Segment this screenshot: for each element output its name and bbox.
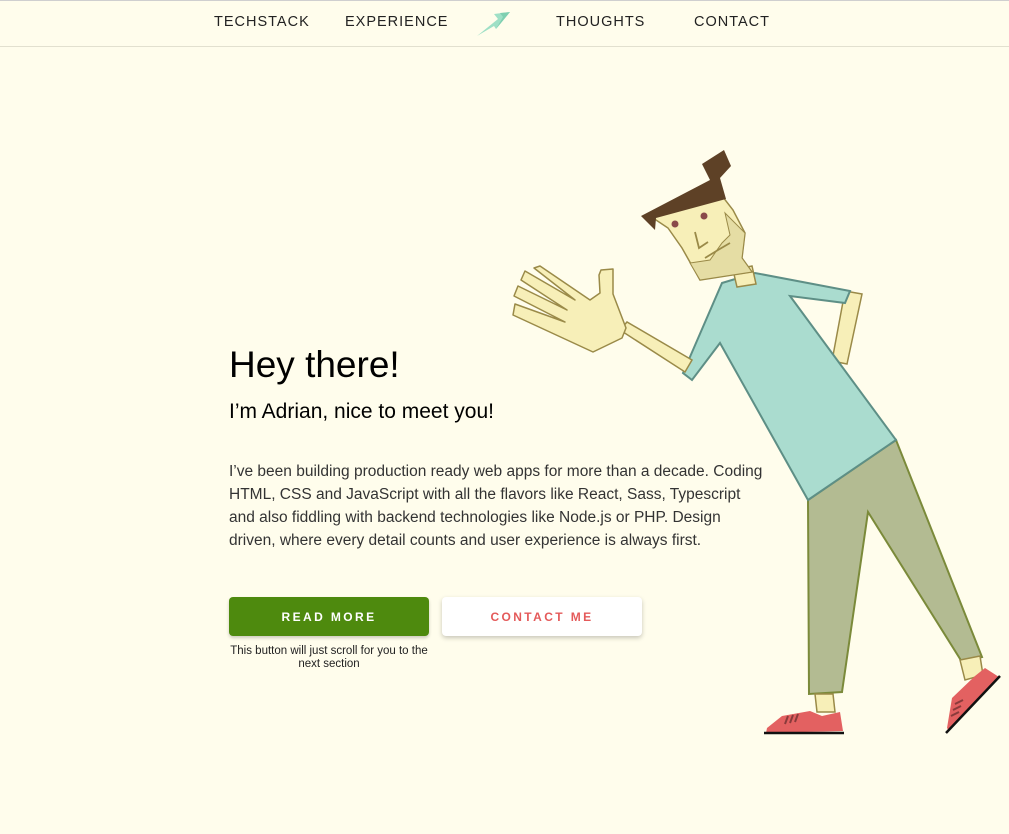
nav-item-techstack[interactable]: TECHSTACK — [214, 14, 310, 30]
waving-man-illustration — [512, 150, 1001, 735]
hero-title: Hey there! — [229, 344, 400, 385]
right-eye — [700, 212, 708, 220]
read-more-hint: This button will just scroll for you to … — [230, 645, 428, 670]
nav-item-contact[interactable]: CONTACT — [694, 14, 770, 30]
left-ankle — [814, 693, 836, 713]
left-eye — [671, 220, 679, 228]
nav-item-experience[interactable]: EXPERIENCE — [345, 14, 448, 30]
read-more-button[interactable]: READ MORE — [229, 597, 429, 636]
hero-subtitle: I’m Adrian, nice to meet you! — [229, 400, 494, 423]
waving-arm — [618, 321, 694, 374]
nav-item-thoughts[interactable]: THOUGHTS — [556, 14, 645, 30]
lightning-bolt-icon[interactable] — [474, 9, 514, 39]
top-navigation: TECHSTACK EXPERIENCE THOUGHTS CONTACT — [0, 1, 1009, 47]
waving-hand — [512, 265, 627, 353]
left-shoe — [766, 711, 843, 733]
